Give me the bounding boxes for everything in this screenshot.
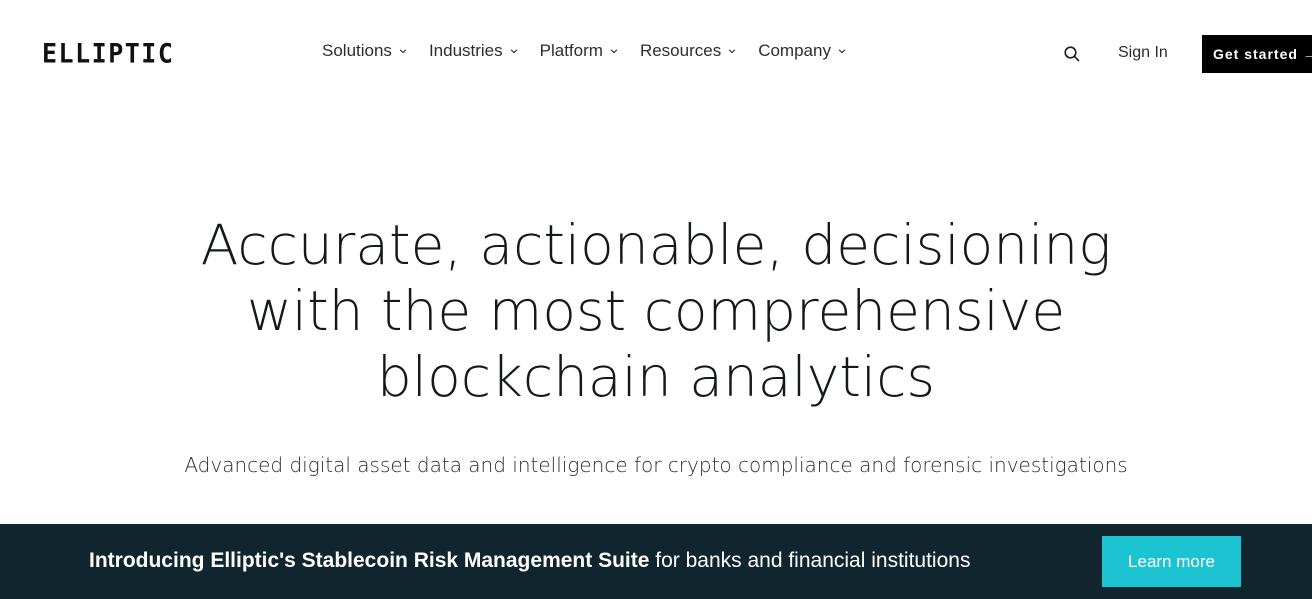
nav-item-resources[interactable]: Resources: [640, 41, 736, 61]
nav-item-platform[interactable]: Platform: [540, 41, 618, 61]
nav-item-label: Solutions: [322, 41, 392, 60]
banner-headline: Introducing Elliptic's Stablecoin Risk M…: [89, 549, 650, 572]
nav-item-industries[interactable]: Industries: [429, 41, 518, 61]
chevron-down-icon: [838, 49, 846, 54]
hero-title-line-2: with the most comprehensive: [246, 279, 1066, 343]
nav-item-company[interactable]: Company: [758, 41, 846, 61]
nav-item-label: Industries: [428, 41, 503, 60]
get-started-button[interactable]: Get started →: [1202, 35, 1312, 73]
hero-title: Accurate, actionable, decisioning with t…: [166, 212, 1146, 410]
main-nav: Solutions Industries Platform Resources …: [322, 38, 868, 64]
learn-more-button[interactable]: Learn more: [1102, 536, 1241, 587]
hero-subtitle: Advanced digital asset data and intellig…: [184, 453, 1128, 477]
hero-title-line-3: blockchain analytics: [376, 345, 936, 409]
banner-description: for banks and financial institutions: [649, 549, 971, 572]
site-header: ELLIPTIC Solutions Industries Platform R…: [0, 0, 1312, 106]
hero-title-line-1: Accurate, actionable, decisioning: [200, 213, 1112, 277]
hero-section: Accurate, actionable, decisioning with t…: [0, 212, 1312, 410]
banner-message: Introducing Elliptic's Stablecoin Risk M…: [89, 548, 970, 574]
logo-text: ELLIPTIC: [42, 38, 175, 69]
sign-in-link[interactable]: Sign In: [1118, 42, 1168, 64]
nav-item-label: Resources: [639, 41, 722, 60]
nav-item-solutions[interactable]: Solutions: [322, 41, 407, 61]
announcement-banner: Introducing Elliptic's Stablecoin Risk M…: [0, 524, 1312, 599]
nav-item-label: Platform: [539, 41, 603, 60]
chevron-down-icon: [610, 49, 618, 54]
nav-item-label: Company: [758, 41, 831, 60]
elliptic-logo[interactable]: ELLIPTIC: [42, 38, 175, 69]
search-icon[interactable]: [1063, 45, 1081, 63]
chevron-down-icon: [399, 49, 407, 54]
chevron-down-icon: [510, 49, 517, 54]
chevron-down-icon: [729, 49, 736, 54]
